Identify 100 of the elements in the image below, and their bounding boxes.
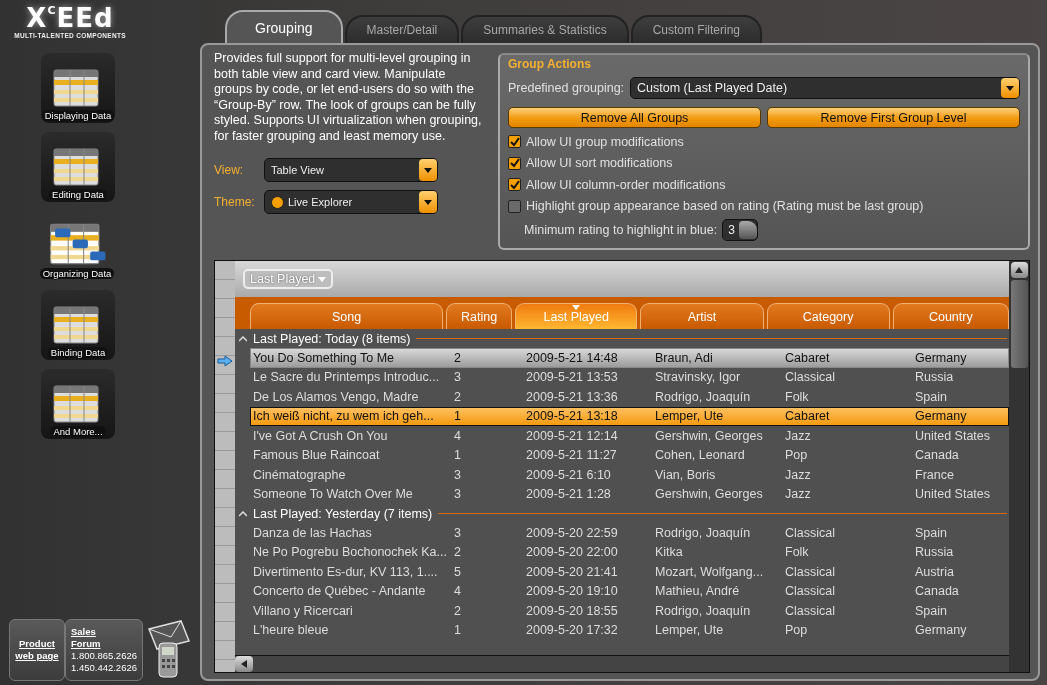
current-row-arrow-icon [217,355,233,367]
table-row[interactable]: Cinématographe 3 2009-5-21 6:10 Vian, Boris Jazz France [250,465,1009,485]
phone-number: 1.450.442.2626 [70,662,137,674]
rating-spinner[interactable]: 3 [722,219,758,241]
table-cell-text: Folk [784,545,810,560]
table-cell-text: Rodrigo, Joaquín [654,389,752,404]
table-row[interactable]: Divertimento Es-dur, KV 113, 1.... 5 2009-5-20 21:41 Mozart, Wolfgang... Classical Austria [250,562,1009,582]
option-label: Allow UI column-order modifications [526,177,726,192]
table-cell-text: Stravinsky, Igor [654,370,742,385]
table-cell-text: Someone To Watch Over Me [252,487,414,502]
tab[interactable]: Master/Detail [344,15,460,43]
table-cell-text: 2009-5-20 17:32 [525,623,619,638]
table-cell-text: Cinématographe [252,467,347,482]
table-row[interactable]: You Do Something To Me 2 2009-5-21 14:48 Braun, Adi Cabaret Germany [250,348,1009,368]
theme-label: Theme: [214,195,256,209]
table-cell-text: Classical [784,525,836,540]
table-cell-text: Kitka [654,545,684,560]
group-action-button[interactable]: Remove First Group Level [767,107,1020,128]
scrollbar-thumb[interactable] [1010,280,1028,368]
sidebar-item[interactable]: Editing Data [41,132,115,202]
table-cell-text: Ne Po Pogrebu Bochonochek Ka... [252,545,448,560]
table-cell-text: Austria [914,564,955,579]
sidebar-item[interactable]: And More... [41,369,115,439]
table-cell-text: 2009-5-21 1:28 [525,487,612,502]
checkbox[interactable] [508,178,521,192]
table-cell-text: Vian, Boris [654,467,717,482]
option-label: Allow UI group modifications [526,134,684,149]
tab[interactable]: Summaries & Statistics [461,15,629,43]
table-row[interactable]: L'heure bleue 1 2009-5-20 17:32 Lemper, Ute Pop Germany [250,620,1009,640]
description-text: Provides full support for multi-level grouping in both table view and card view. Manipulate groups by code, or let end-users do so with the “Group-By” row. The look of groups can be fully styled. Supports UI virtualization when grouping, for faster grouping and least memory use. [214,51,483,144]
table-row[interactable]: Ich weiß nicht, zu wem ich geh... 1 2009-5-21 13:18 Lemper, Ute Cabaret Germany [250,406,1009,426]
sidebar-item[interactable]: Organizing Data [35,211,119,281]
column-header[interactable]: Country [892,303,1009,329]
table-cell-text: 2009-5-20 22:59 [525,525,619,540]
column-header[interactable]: Song [250,303,444,329]
table-row[interactable]: I've Got A Crush On You 4 2009-5-21 12:14 Gershwin, Georges Jazz United States [250,426,1009,446]
min-rating-label: Minimum rating to highlight in blue: [524,223,718,237]
group-actions-title: Group Actions [508,57,592,71]
sidebar-item[interactable]: Binding Data [41,290,115,360]
sales-link[interactable]: Sales [70,626,137,638]
group-header-row[interactable]: Last Played: Yesterday (7 items) [235,504,1009,523]
table-cell-text: Pop [784,448,809,463]
theme-dropdown[interactable]: Live Explorer [264,190,438,214]
table-cell-text: 1 [453,623,462,638]
tab[interactable]: Grouping [225,10,343,43]
table-cell-text: Jazz [784,467,812,482]
caret-icon [424,167,432,173]
tab[interactable]: Custom Filtering [630,15,762,43]
table-row[interactable]: Villano y Ricercari 2 2009-5-20 18:55 Rodrigo, Joaquín Classical Spain [250,601,1009,621]
table-row[interactable]: De Los Alamos Vengo, Madre 2 2009-5-21 13:36 Rodrigo, Joaquín Folk Spain [250,387,1009,407]
table-cell-text: L'heure bleue [252,623,330,638]
checkbox[interactable] [508,135,521,149]
table-cell-text: Spain [914,389,948,404]
table-cell-text: Germany [914,350,968,365]
table-cell-text: Divertimento Es-dur, KV 113, 1.... [252,564,439,579]
horizontal-scrollbar[interactable] [235,655,1009,672]
table-cell-text: 4 [453,584,462,599]
checkbox[interactable] [508,199,521,213]
collapse-icon[interactable] [239,510,247,517]
table-row[interactable]: Le Sacre du Printemps Introduc... 3 2009-5-21 13:53 Stravinsky, Igor Classical Russia [250,367,1009,387]
table-cell-text: 3 [453,525,462,540]
table-row[interactable]: Danza de las Hachas 3 2009-5-20 22:59 Rodrigo, Joaquín Classical Spain [250,523,1009,543]
option-label: Allow UI sort modifications [526,156,673,171]
table-row[interactable]: Concerto de Québec - Andante 4 2009-5-20 19:10 Mathieu, André Classical Canada [250,581,1009,601]
column-header[interactable]: Artist [640,303,764,329]
table-cell-text: Lemper, Ute [654,623,725,638]
table-cell-text: 2 [453,350,462,365]
column-header[interactable]: Category [766,303,890,329]
checkbox[interactable] [508,156,521,170]
table-cell-text: Germany [914,623,968,638]
column-header[interactable]: Rating [446,303,513,329]
group-header-row[interactable]: Last Played: Today (8 items) [235,329,1009,348]
table-cell-text: Braun, Adi [654,350,714,365]
table-cell-text: 5 [453,564,462,579]
view-label: View: [214,163,245,177]
table-cell-text: Spain [914,603,948,618]
table-cell-text: Jazz [784,487,812,502]
table-row[interactable]: Famous Blue Raincoat 1 2009-5-21 11:27 Cohen, Leonard Pop Canada [250,445,1009,465]
table-cell-text: 2009-5-20 18:55 [525,603,619,618]
table-cell-text: Classical [784,564,836,579]
table-cell-text: 2 [453,603,462,618]
forum-link[interactable]: Forum [70,638,137,650]
product-link[interactable]: Product web page [14,638,59,662]
table-cell-text: 2009-5-20 19:10 [525,584,619,599]
collapse-icon[interactable] [239,335,247,342]
table-cell-text: Canada [914,448,960,463]
table-row[interactable]: Ne Po Pogrebu Bochonochek Ka... 2 2009-5-20 22:00 Kitka Folk Russia [250,542,1009,562]
sidebar-item[interactable]: Displaying Data [41,53,115,123]
table-cell-text: Lemper, Ute [654,409,725,424]
predefined-grouping-dropdown[interactable]: Custom (Last Played Date) [630,77,1020,99]
table-cell-text: I've Got A Crush On You [252,428,389,443]
group-action-button[interactable]: Remove All Groups [508,107,761,128]
table-cell-text: Gershwin, Georges [654,487,764,502]
vertical-scrollbar[interactable] [1009,261,1029,672]
table-cell-text: 2009-5-21 13:36 [525,389,619,404]
view-dropdown[interactable]: Table View [264,158,438,182]
table-cell-text: Famous Blue Raincoat [252,448,381,463]
table-row[interactable]: Someone To Watch Over Me 3 2009-5-21 1:28 Gershwin, Georges Jazz United States [250,484,1009,504]
table-cell-text: 2 [453,545,462,560]
predefined-grouping-label: Predefined grouping: [508,81,625,95]
